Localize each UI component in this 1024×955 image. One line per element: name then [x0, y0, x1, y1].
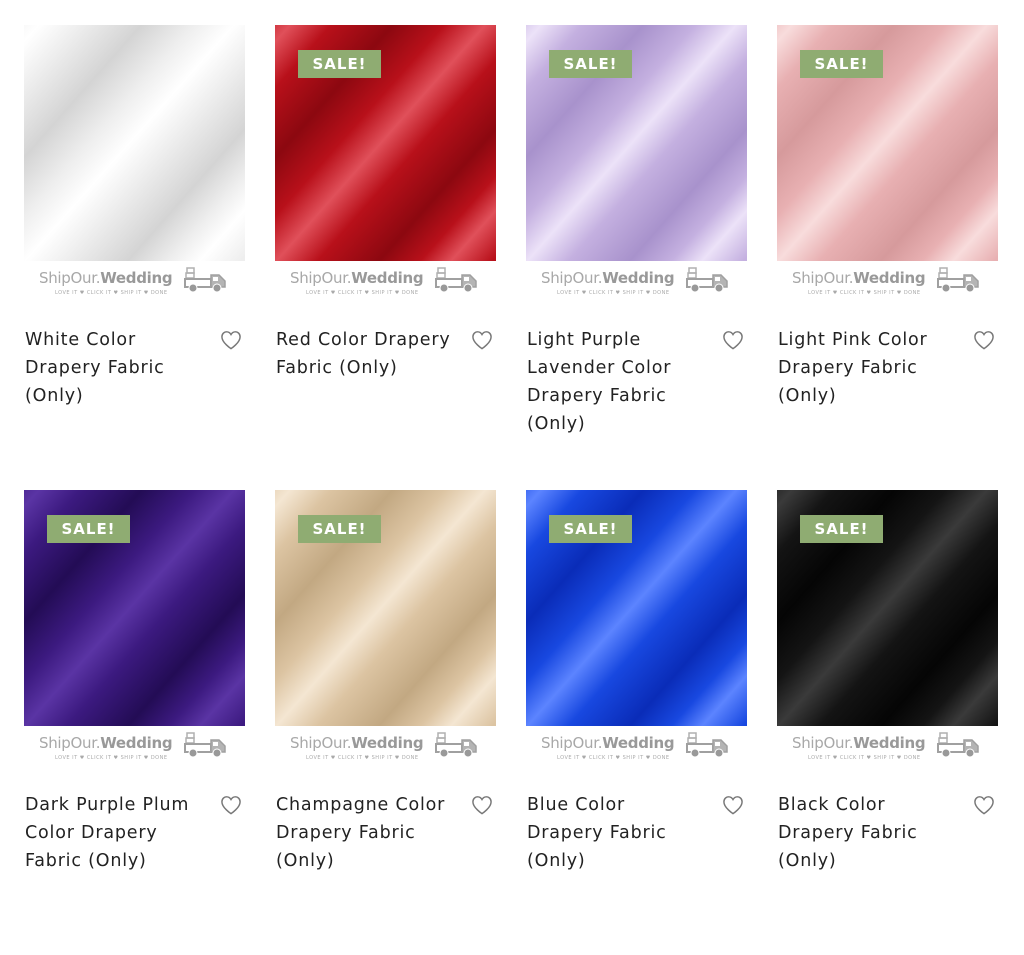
wishlist-heart-icon[interactable]: [973, 330, 995, 350]
brand-tagline: LOVE IT ♥ CLICK IT ♥ SHIP IT ♥ DONE: [557, 290, 670, 296]
sale-badge: SALE!: [549, 515, 632, 543]
brand-tagline: LOVE IT ♥ CLICK IT ♥ SHIP IT ♥ DONE: [808, 290, 921, 296]
product-title[interactable]: White Color Drapery Fabric (Only): [25, 326, 205, 410]
product-title[interactable]: Red Color Drapery Fabric (Only): [276, 326, 456, 382]
sale-badge: SALE!: [800, 515, 883, 543]
brand-watermark: ShipOur.Wedding LOVE IT ♥ CLICK IT ♥ SHI…: [777, 726, 998, 767]
wishlist-heart-icon[interactable]: [220, 330, 242, 350]
brand-watermark: ShipOur.Wedding LOVE IT ♥ CLICK IT ♥ SHI…: [24, 261, 245, 302]
sale-badge: SALE!: [298, 50, 381, 78]
product-image[interactable]: SALE! ShipOur.Wedding LOVE IT ♥ CLICK IT…: [777, 25, 998, 302]
product-card[interactable]: SALE! ShipOur.Wedding LOVE IT ♥ CLICK IT…: [275, 25, 496, 490]
wishlist-heart-icon[interactable]: [973, 795, 995, 815]
brand-watermark: ShipOur.Wedding LOVE IT ♥ CLICK IT ♥ SHI…: [526, 261, 747, 302]
truck-icon: [184, 267, 229, 295]
brand-tagline: LOVE IT ♥ CLICK IT ♥ SHIP IT ♥ DONE: [306, 755, 419, 761]
product-card[interactable]: SALE! ShipOur.Wedding LOVE IT ♥ CLICK IT…: [24, 490, 245, 955]
wishlist-heart-icon[interactable]: [471, 330, 493, 350]
wishlist-heart-icon[interactable]: [722, 330, 744, 350]
truck-icon: [937, 267, 982, 295]
product-card[interactable]: SALE! ShipOur.Wedding LOVE IT ♥ CLICK IT…: [777, 25, 998, 490]
truck-icon: [686, 267, 731, 295]
product-title[interactable]: Light Pink Color Drapery Fabric (Only): [778, 326, 958, 410]
product-title[interactable]: Light Purple Lavender Color Drapery Fabr…: [527, 326, 707, 438]
product-image[interactable]: SALE! ShipOur.Wedding LOVE IT ♥ CLICK IT…: [275, 490, 496, 767]
brand-tagline: LOVE IT ♥ CLICK IT ♥ SHIP IT ♥ DONE: [55, 290, 168, 296]
product-image[interactable]: SALE! ShipOur.Wedding LOVE IT ♥ CLICK IT…: [526, 490, 747, 767]
product-image[interactable]: ShipOur.Wedding LOVE IT ♥ CLICK IT ♥ SHI…: [24, 25, 245, 302]
brand-watermark: ShipOur.Wedding LOVE IT ♥ CLICK IT ♥ SHI…: [24, 726, 245, 767]
truck-icon: [184, 732, 229, 760]
truck-icon: [937, 732, 982, 760]
product-card[interactable]: SALE! ShipOur.Wedding LOVE IT ♥ CLICK IT…: [526, 25, 747, 490]
truck-icon: [686, 732, 731, 760]
brand-logo-text: ShipOur.Wedding: [290, 734, 424, 752]
sale-badge: SALE!: [298, 515, 381, 543]
brand-watermark: ShipOur.Wedding LOVE IT ♥ CLICK IT ♥ SHI…: [526, 726, 747, 767]
product-image[interactable]: SALE! ShipOur.Wedding LOVE IT ♥ CLICK IT…: [777, 490, 998, 767]
fabric-swatch: [24, 25, 245, 261]
wishlist-heart-icon[interactable]: [722, 795, 744, 815]
product-image[interactable]: SALE! ShipOur.Wedding LOVE IT ♥ CLICK IT…: [526, 25, 747, 302]
product-title[interactable]: Dark Purple Plum Color Drapery Fabric (O…: [25, 791, 205, 875]
product-image[interactable]: SALE! ShipOur.Wedding LOVE IT ♥ CLICK IT…: [24, 490, 245, 767]
brand-logo-text: ShipOur.Wedding: [39, 269, 173, 287]
brand-logo-text: ShipOur.Wedding: [290, 269, 424, 287]
product-title[interactable]: Blue Color Drapery Fabric (Only): [527, 791, 707, 875]
product-card[interactable]: ShipOur.Wedding LOVE IT ♥ CLICK IT ♥ SHI…: [24, 25, 245, 490]
wishlist-heart-icon[interactable]: [471, 795, 493, 815]
truck-icon: [435, 732, 480, 760]
wishlist-heart-icon[interactable]: [220, 795, 242, 815]
sale-badge: SALE!: [549, 50, 632, 78]
brand-logo-text: ShipOur.Wedding: [792, 734, 926, 752]
sale-badge: SALE!: [800, 50, 883, 78]
product-image[interactable]: SALE! ShipOur.Wedding LOVE IT ♥ CLICK IT…: [275, 25, 496, 302]
product-card[interactable]: SALE! ShipOur.Wedding LOVE IT ♥ CLICK IT…: [275, 490, 496, 955]
brand-tagline: LOVE IT ♥ CLICK IT ♥ SHIP IT ♥ DONE: [306, 290, 419, 296]
product-title[interactable]: Black Color Drapery Fabric (Only): [778, 791, 958, 875]
brand-logo-text: ShipOur.Wedding: [541, 734, 675, 752]
brand-tagline: LOVE IT ♥ CLICK IT ♥ SHIP IT ♥ DONE: [557, 755, 670, 761]
product-card[interactable]: SALE! ShipOur.Wedding LOVE IT ♥ CLICK IT…: [526, 490, 747, 955]
sale-badge: SALE!: [47, 515, 130, 543]
product-grid: ShipOur.Wedding LOVE IT ♥ CLICK IT ♥ SHI…: [24, 25, 1000, 955]
product-title[interactable]: Champagne Color Drapery Fabric (Only): [276, 791, 456, 875]
brand-watermark: ShipOur.Wedding LOVE IT ♥ CLICK IT ♥ SHI…: [275, 261, 496, 302]
product-card[interactable]: SALE! ShipOur.Wedding LOVE IT ♥ CLICK IT…: [777, 490, 998, 955]
brand-logo-text: ShipOur.Wedding: [541, 269, 675, 287]
brand-tagline: LOVE IT ♥ CLICK IT ♥ SHIP IT ♥ DONE: [808, 755, 921, 761]
truck-icon: [435, 267, 480, 295]
brand-logo-text: ShipOur.Wedding: [39, 734, 173, 752]
brand-watermark: ShipOur.Wedding LOVE IT ♥ CLICK IT ♥ SHI…: [275, 726, 496, 767]
brand-tagline: LOVE IT ♥ CLICK IT ♥ SHIP IT ♥ DONE: [55, 755, 168, 761]
brand-watermark: ShipOur.Wedding LOVE IT ♥ CLICK IT ♥ SHI…: [777, 261, 998, 302]
brand-logo-text: ShipOur.Wedding: [792, 269, 926, 287]
